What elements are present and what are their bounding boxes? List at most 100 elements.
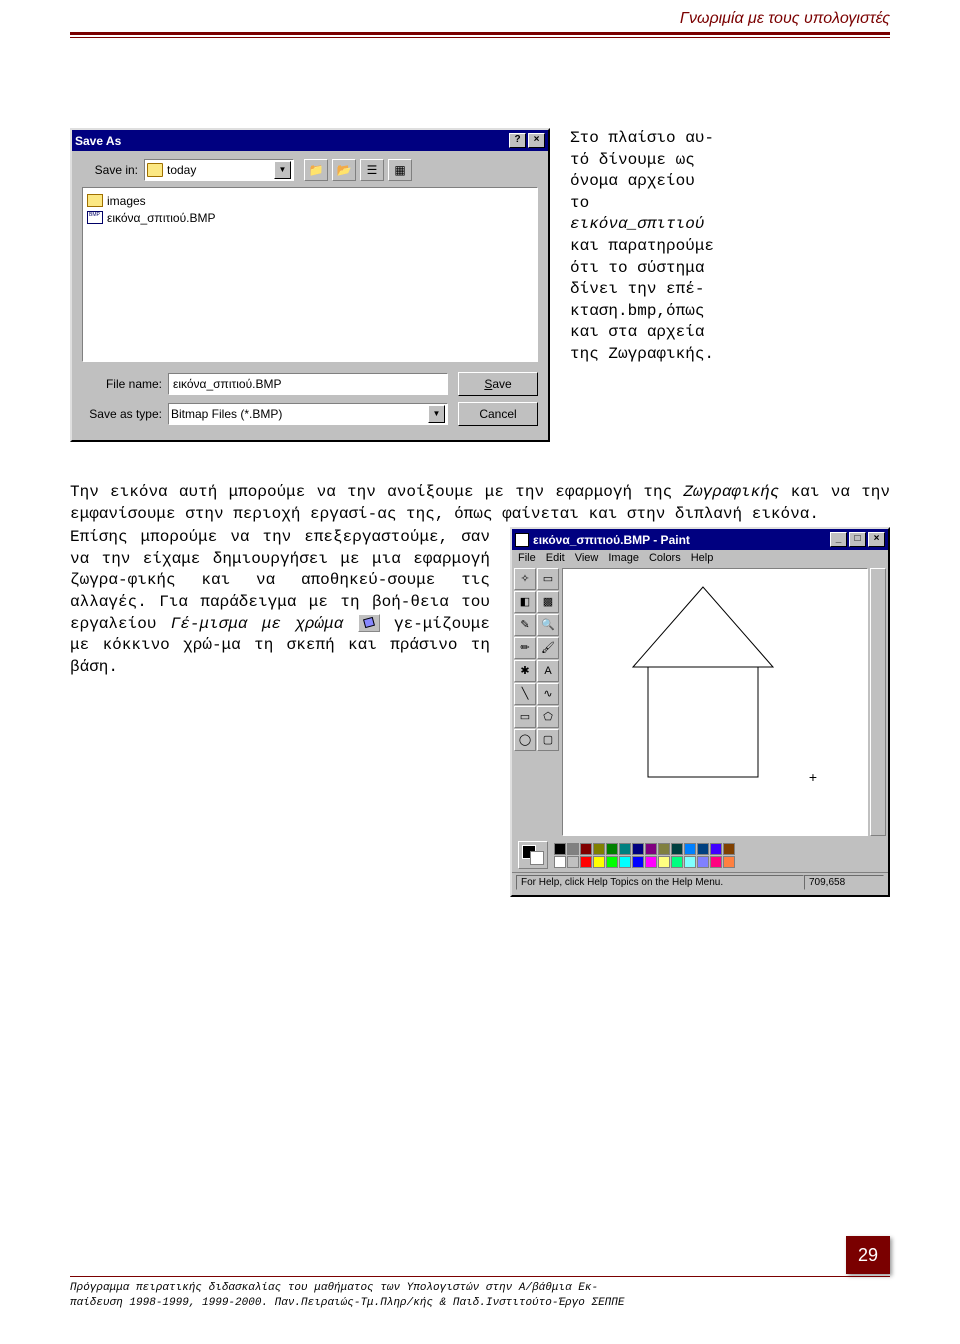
color-swatch[interactable] — [554, 843, 566, 855]
color-swatch[interactable] — [684, 856, 696, 868]
color-swatch[interactable] — [567, 856, 579, 868]
color-swatch[interactable] — [671, 856, 683, 868]
menu-file[interactable]: File — [518, 552, 536, 564]
line-tool[interactable]: ╲ — [514, 683, 536, 705]
paint-palette — [512, 838, 888, 872]
footer: Πρόγραμμα πειρατικής διδασκαλίας του μαθ… — [70, 1276, 890, 1310]
new-folder-icon[interactable]: 📂 — [332, 159, 356, 181]
save-in-combo[interactable]: today ▼ — [144, 159, 294, 181]
file-name: εικόνα_σπιτιού.BMP — [107, 211, 216, 225]
color-swatch[interactable] — [567, 843, 579, 855]
menu-view[interactable]: View — [575, 552, 599, 564]
menu-edit[interactable]: Edit — [546, 552, 565, 564]
color-swatch[interactable] — [554, 856, 566, 868]
rectangle-tool[interactable]: ▭ — [514, 706, 536, 728]
color-swatch[interactable] — [645, 856, 657, 868]
color-swatch[interactable] — [580, 856, 592, 868]
filename-label: File name: — [82, 377, 168, 391]
status-coords: 709,658 — [804, 875, 884, 890]
dialog-title: Save As — [75, 134, 509, 148]
chevron-down-icon[interactable]: ▼ — [274, 161, 291, 179]
saveastype-combo[interactable]: Bitmap Files (*.BMP) ▼ — [168, 403, 448, 425]
house-drawing — [603, 577, 803, 787]
fill-bucket-icon — [358, 614, 380, 632]
magnifier-tool[interactable]: 🔍 — [537, 614, 559, 636]
up-folder-icon[interactable]: 📁 — [304, 159, 328, 181]
minimize-button[interactable]: _ — [830, 532, 847, 547]
freeform-select-tool[interactable]: ✧ — [514, 568, 536, 590]
color-swatch[interactable] — [580, 843, 592, 855]
file-list[interactable]: images εικόνα_σπιτιού.BMP — [82, 187, 538, 362]
menu-help[interactable]: Help — [691, 552, 714, 564]
right-paragraph: Στο πλαίσιο αυ- τό δίνουμε ως όνομα αρχε… — [570, 128, 890, 442]
picker-tool[interactable]: ✎ — [514, 614, 536, 636]
folder-icon — [87, 194, 103, 207]
save-button[interactable]: Save — [458, 372, 538, 396]
color-swatch[interactable] — [593, 856, 605, 868]
vertical-scrollbar[interactable] — [870, 568, 886, 836]
color-swatch[interactable] — [684, 843, 696, 855]
chevron-down-icon[interactable]: ▼ — [428, 405, 445, 423]
page-number: 29 — [846, 1236, 890, 1274]
cursor-cross-icon: + — [809, 769, 817, 785]
file-item[interactable]: εικόνα_σπιτιού.BMP — [87, 209, 533, 226]
curve-tool[interactable]: ∿ — [537, 683, 559, 705]
save-in-value: today — [167, 163, 274, 177]
pencil-tool[interactable]: ✏ — [514, 637, 536, 659]
saveastype-label: Save as type: — [82, 407, 168, 421]
paint-titlebar: εικόνα_σπιτιού.BMP - Paint _ □ × — [512, 529, 888, 550]
filename-input[interactable]: εικόνα_σπιτιού.BMP — [168, 373, 448, 395]
ellipse-tool[interactable]: ◯ — [514, 729, 536, 751]
paint-app-icon — [515, 533, 529, 547]
color-swatch[interactable] — [632, 856, 644, 868]
airbrush-tool[interactable]: ✱ — [514, 660, 536, 682]
color-swatch[interactable] — [723, 856, 735, 868]
paint-toolbox: ✧ ▭ ◧ ▩ ✎ 🔍 ✏ 🖌 ✱ A ╲ ∿ ▭ ⬠ ◯ ▢ — [512, 566, 560, 838]
paragraph-2: Επίσης μπορούμε να την επεξεργαστούμε, σ… — [70, 527, 490, 897]
folder-item[interactable]: images — [87, 192, 533, 209]
color-swatch[interactable] — [619, 856, 631, 868]
brush-tool[interactable]: 🖌 — [537, 637, 559, 659]
folder-name: images — [107, 194, 146, 208]
maximize-button[interactable]: □ — [849, 532, 866, 547]
fill-tool[interactable]: ▩ — [537, 591, 559, 613]
menu-image[interactable]: Image — [608, 552, 639, 564]
menu-colors[interactable]: Colors — [649, 552, 681, 564]
bmp-icon — [87, 211, 103, 224]
saveastype-value: Bitmap Files (*.BMP) — [171, 407, 428, 421]
polygon-tool[interactable]: ⬠ — [537, 706, 559, 728]
save-as-dialog: Save As ? × Save in: today ▼ 📁 📂 — [70, 128, 550, 442]
color-swatch[interactable] — [671, 843, 683, 855]
color-swatch[interactable] — [645, 843, 657, 855]
color-swatch[interactable] — [606, 856, 618, 868]
fg-bg-selector[interactable] — [518, 841, 548, 869]
status-text: For Help, click Help Topics on the Help … — [516, 875, 804, 890]
details-view-icon[interactable]: ▦ — [388, 159, 412, 181]
list-view-icon[interactable]: ☰ — [360, 159, 384, 181]
text-tool[interactable]: A — [537, 660, 559, 682]
eraser-tool[interactable]: ◧ — [514, 591, 536, 613]
color-swatch[interactable] — [593, 843, 605, 855]
color-swatch[interactable] — [606, 843, 618, 855]
color-swatch[interactable] — [658, 856, 670, 868]
close-button[interactable]: × — [868, 532, 885, 547]
select-tool[interactable]: ▭ — [537, 568, 559, 590]
color-swatch[interactable] — [697, 856, 709, 868]
folder-icon — [147, 163, 163, 177]
help-button[interactable]: ? — [509, 133, 526, 148]
color-swatch[interactable] — [710, 843, 722, 855]
dialog-titlebar: Save As ? × — [72, 130, 548, 151]
cancel-button[interactable]: Cancel — [458, 402, 538, 426]
paragraph-1: Την εικόνα αυτή μπορούμε να την ανοίξουμ… — [70, 482, 890, 525]
color-swatch[interactable] — [697, 843, 709, 855]
color-swatch[interactable] — [658, 843, 670, 855]
paint-canvas[interactable]: + — [562, 568, 868, 836]
paint-window: εικόνα_σπιτιού.BMP - Paint _ □ × File Ed… — [510, 527, 890, 897]
rounded-rect-tool[interactable]: ▢ — [537, 729, 559, 751]
color-swatch[interactable] — [619, 843, 631, 855]
color-swatch[interactable] — [632, 843, 644, 855]
paint-statusbar: For Help, click Help Topics on the Help … — [512, 872, 888, 892]
color-swatch[interactable] — [723, 843, 735, 855]
color-swatch[interactable] — [710, 856, 722, 868]
close-button[interactable]: × — [528, 133, 545, 148]
